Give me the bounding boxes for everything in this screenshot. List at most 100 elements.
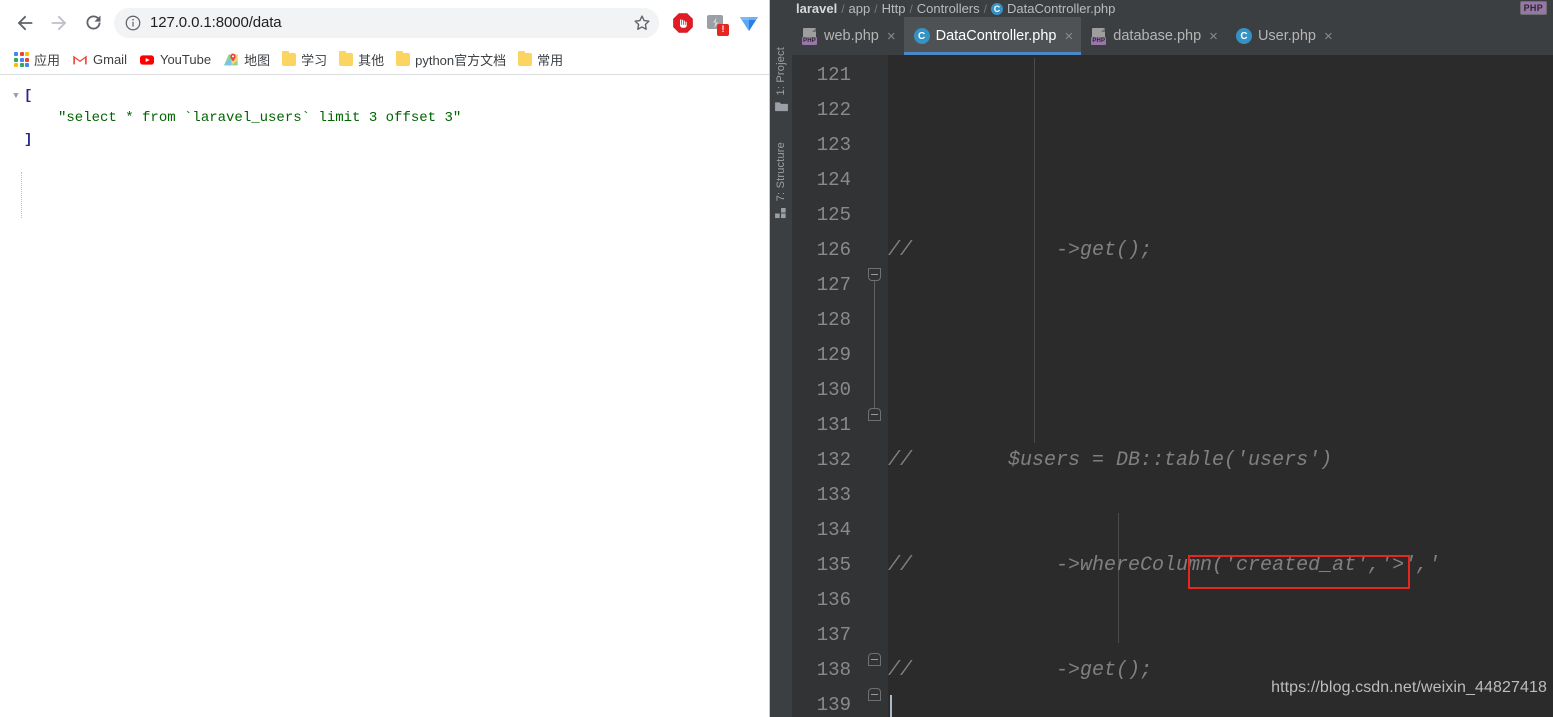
line-number: 123	[816, 134, 851, 156]
close-icon[interactable]: ×	[1065, 29, 1074, 44]
json-viewer: ▼ [ "select * from `laravel_users` limit…	[8, 85, 769, 151]
code-text: // $users = DB::table('users')	[888, 449, 1333, 472]
breadcrumb-item-file[interactable]: DataController.php	[1007, 1, 1115, 16]
tab-web-php[interactable]: PHP web.php ×	[792, 17, 904, 55]
line-number: 130	[816, 379, 851, 401]
phpstorm-window: laravel / app / Http / Controllers / C D…	[770, 0, 1553, 717]
watermark-url: https://blog.csdn.net/weixin_44827418	[1271, 679, 1547, 696]
bookmark-gmail[interactable]: Gmail	[67, 49, 134, 71]
json-close-row: ]	[8, 129, 769, 151]
back-arrow-icon	[17, 15, 33, 30]
line-number: 122	[816, 99, 851, 121]
reload-icon	[86, 15, 100, 30]
code-line-123: // $users = DB::table('users')	[888, 443, 1553, 478]
tab-database-php[interactable]: PHP database.php ×	[1081, 17, 1226, 55]
google-maps-icon	[224, 52, 238, 65]
gmail-icon	[73, 55, 87, 64]
code-line-121: // ->get();	[888, 233, 1553, 268]
bookmark-folder-python-docs[interactable]: python官方文档	[391, 47, 513, 72]
bookmark-label: 学习	[301, 53, 328, 68]
collapse-triangle-icon[interactable]: ▼	[8, 85, 24, 107]
tab-user-php[interactable]: C User.php ×	[1226, 17, 1341, 55]
folder-icon	[518, 51, 533, 66]
close-icon[interactable]: ×	[1324, 29, 1333, 44]
breadcrumb-item-http[interactable]: Http	[882, 1, 906, 16]
tab-label: database.php	[1113, 28, 1202, 44]
line-number: 138	[816, 659, 851, 681]
php-language-badge: PHP	[1519, 1, 1547, 15]
forward-button[interactable]	[42, 6, 76, 40]
fold-collapse-icon[interactable]	[868, 268, 881, 281]
forward-arrow-icon	[51, 15, 67, 30]
breadcrumb-item-app[interactable]: app	[849, 1, 871, 16]
php-file-icon: PHP	[802, 27, 818, 45]
adblock-icon[interactable]	[671, 11, 695, 35]
diamond-extension-icon[interactable]	[737, 11, 761, 35]
json-indent-guide	[21, 172, 22, 218]
line-number: 136	[816, 589, 851, 611]
fold-method-end-icon[interactable]	[868, 653, 881, 666]
screen-root: 127.0.0.1:8000/data ! 应用 Gmail YouTube 地…	[0, 0, 1553, 717]
code-content[interactable]: // ->get(); // $users = DB::table('users…	[888, 55, 1553, 717]
fold-class-end-icon[interactable]	[868, 688, 881, 701]
code-folding-gutter[interactable]	[860, 55, 888, 717]
address-bar[interactable]: 127.0.0.1:8000/data	[114, 7, 659, 38]
bookmark-label: YouTube	[159, 52, 212, 67]
line-number: 137	[816, 624, 851, 646]
json-close-bracket: ]	[24, 132, 33, 148]
bookmark-maps[interactable]: 地图	[218, 47, 277, 72]
page-content: ▼ [ "select * from `laravel_users` limit…	[0, 75, 769, 717]
json-open-row: ▼ [	[8, 85, 769, 107]
folder-icon	[339, 51, 354, 66]
ide-main: 1: Project 7: Structure PHP web.php × C …	[770, 17, 1553, 717]
extension-warning-icon[interactable]: !	[704, 11, 729, 36]
line-number: 125	[816, 204, 851, 226]
line-number: 121	[816, 64, 851, 86]
tab-datacontroller-php[interactable]: C DataController.php ×	[903, 17, 1082, 55]
info-circle-icon	[125, 15, 141, 30]
sidebar-item-structure[interactable]: 7: Structure	[775, 142, 787, 201]
tab-label: DataController.php	[935, 28, 1057, 44]
bookmark-folder-common[interactable]: 常用	[513, 47, 570, 72]
tab-label: User.php	[1257, 28, 1316, 44]
bookmark-folder-other[interactable]: 其他	[334, 47, 391, 72]
sidebar-item-project[interactable]: 1: Project	[775, 47, 787, 95]
text-caret	[890, 695, 892, 717]
bookmark-label: 其他	[358, 53, 385, 68]
bookmark-label: Gmail	[93, 52, 127, 67]
fold-end-icon[interactable]	[868, 408, 881, 421]
close-icon[interactable]: ×	[1209, 29, 1218, 44]
fold-region-line	[874, 275, 875, 420]
breadcrumb: laravel / app / Http / Controllers / C D…	[770, 0, 1553, 17]
json-string-row: "select * from `laravel_users` limit 3 o…	[8, 107, 769, 129]
youtube-icon	[139, 54, 154, 65]
folder-icon	[396, 51, 411, 66]
editor-tabs: PHP web.php × C DataController.php × PHP	[792, 17, 1553, 55]
adblock-octagon-icon	[673, 12, 693, 33]
code-editor[interactable]: 121 122 123 124 125 126 127 128 129 130 …	[792, 55, 1553, 717]
bookmark-apps[interactable]: 应用	[9, 47, 67, 72]
json-open-bracket: [	[24, 88, 33, 104]
tab-label: web.php	[824, 28, 879, 44]
close-icon[interactable]: ×	[887, 29, 896, 44]
back-button[interactable]	[8, 6, 42, 40]
code-text: // ->whereColumn('created_at','>','	[888, 554, 1441, 577]
breadcrumb-separator: /	[874, 1, 878, 16]
structure-blocks-icon[interactable]	[774, 207, 788, 219]
code-text: // ->get();	[888, 659, 1153, 682]
bookmark-star-icon[interactable]	[631, 12, 653, 34]
apps-grid-icon	[14, 52, 29, 67]
warning-badge: !	[717, 23, 729, 36]
reload-button[interactable]	[76, 6, 110, 40]
editor-column: PHP web.php × C DataController.php × PHP	[792, 17, 1553, 717]
extension-icons: !	[665, 11, 761, 36]
bookmark-folder-study[interactable]: 学习	[277, 47, 334, 72]
breadcrumb-item-controllers[interactable]: Controllers	[917, 1, 980, 16]
line-number: 134	[816, 519, 851, 541]
chrome-browser-window: 127.0.0.1:8000/data ! 应用 Gmail YouTube 地…	[0, 0, 770, 717]
bookmark-youtube[interactable]: YouTube	[134, 49, 218, 71]
breadcrumb-item-laravel[interactable]: laravel	[796, 1, 837, 16]
line-number: 124	[816, 169, 851, 191]
project-folder-icon[interactable]	[774, 101, 788, 112]
